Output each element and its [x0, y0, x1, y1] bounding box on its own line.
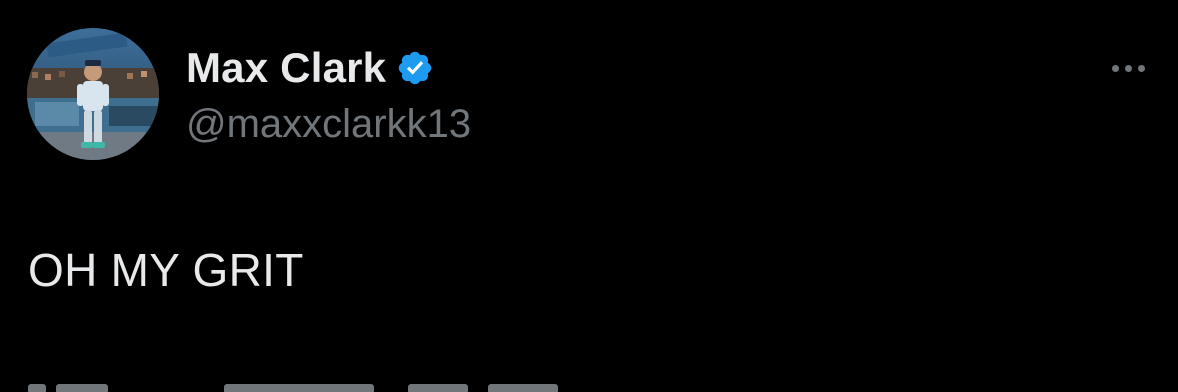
more-options-button[interactable]: [1100, 52, 1156, 84]
avatar-photo: [27, 28, 159, 160]
tweet-text: OH MY GRIT: [28, 244, 304, 296]
more-horizontal-icon-dot: [1137, 64, 1145, 72]
name-row: Max Clark: [186, 42, 434, 94]
timestamp-row-cutoff: [28, 380, 588, 392]
avatar[interactable]: [27, 28, 159, 160]
display-name[interactable]: Max Clark: [186, 42, 386, 94]
more-horizontal-icon-dot: [1111, 64, 1119, 72]
verified-badge-icon: [396, 49, 434, 87]
user-handle[interactable]: @maxxclarkk13: [186, 98, 471, 150]
more-horizontal-icon-dot: [1124, 64, 1132, 72]
tweet-card: Max Clark @maxxclarkk13 OH MY GRIT: [0, 0, 1178, 392]
